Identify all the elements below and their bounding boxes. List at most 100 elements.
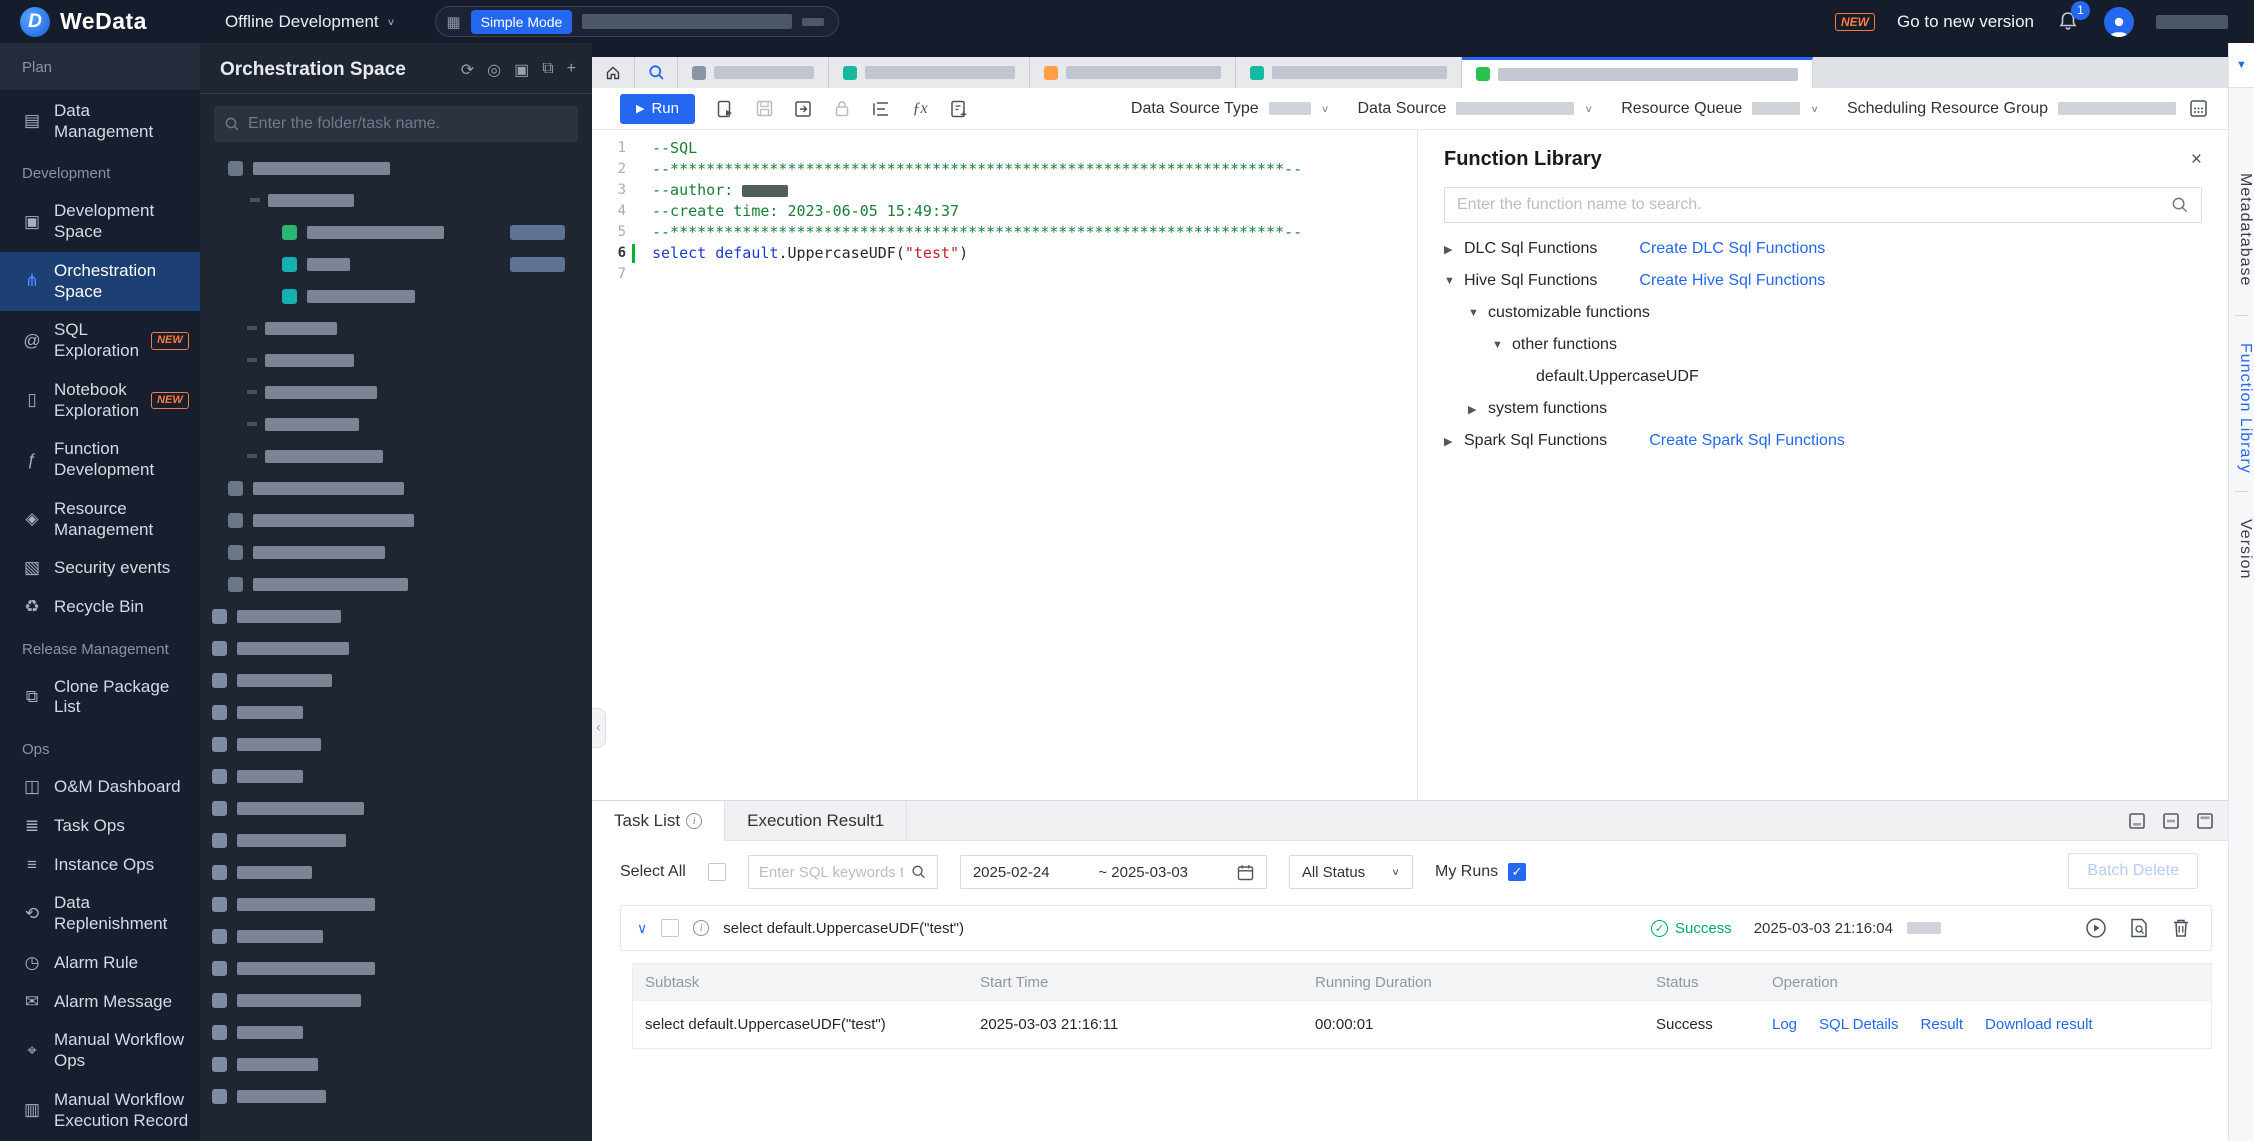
sidebar-item-resource-management[interactable]: ◈ Resource Management bbox=[0, 490, 200, 549]
tree-row[interactable] bbox=[200, 216, 592, 248]
add-parameter-icon[interactable] bbox=[947, 97, 971, 121]
editor-tab-2[interactable] bbox=[829, 57, 1030, 88]
collapse-tree-handle[interactable]: ‹ bbox=[592, 708, 606, 748]
function-tree-row[interactable]: ▶ system functions bbox=[1444, 393, 2202, 425]
tree-row[interactable] bbox=[200, 792, 592, 824]
tree-row[interactable] bbox=[200, 408, 592, 440]
operation-link-log[interactable]: Log bbox=[1772, 1016, 1797, 1033]
add-icon[interactable]: + bbox=[567, 60, 576, 80]
search-icon[interactable] bbox=[911, 863, 926, 881]
sidebar-item-manual-workflow-execution-record[interactable]: ▥ Manual Workflow Execution Record bbox=[0, 1081, 200, 1140]
tree-row[interactable] bbox=[200, 536, 592, 568]
locate-icon[interactable]: ◎ bbox=[487, 60, 501, 80]
sql-detail-doc-icon[interactable] bbox=[2129, 917, 2149, 939]
code-line[interactable]: 7 bbox=[592, 264, 1417, 285]
search-tab[interactable] bbox=[635, 57, 678, 88]
function-tree-label[interactable]: DLC Sql Functions bbox=[1464, 240, 1597, 258]
tree-row[interactable] bbox=[200, 184, 592, 216]
project-name-redacted[interactable] bbox=[582, 14, 793, 29]
notifications-button[interactable]: 1 bbox=[2056, 0, 2090, 35]
sidebar-item-sql-exploration[interactable]: @ SQL Exploration NEW bbox=[0, 311, 200, 370]
sidebar-item-security-events[interactable]: ▧ Security events bbox=[0, 549, 200, 588]
code-line[interactable]: 3 --author: bbox=[592, 180, 1417, 201]
tree-row[interactable] bbox=[200, 472, 592, 504]
tree-row[interactable] bbox=[200, 696, 592, 728]
tree-row[interactable] bbox=[200, 888, 592, 920]
setting-value-redacted[interactable] bbox=[1268, 102, 1311, 115]
sql-editor[interactable]: 1 --SQL 2 --*******************************… bbox=[592, 130, 1417, 800]
simple-mode-button[interactable]: Simple Mode bbox=[470, 9, 573, 34]
task-checkbox[interactable] bbox=[661, 919, 680, 937]
function-search-input[interactable] bbox=[1457, 196, 2163, 214]
refresh-icon[interactable]: ⟳ bbox=[461, 60, 474, 80]
tree-row[interactable] bbox=[200, 664, 592, 696]
user-avatar[interactable] bbox=[2104, 6, 2134, 37]
sidebar-item-instance-ops[interactable]: ≡ Instance Ops bbox=[0, 846, 200, 885]
dock-bottom-icon[interactable] bbox=[2128, 812, 2146, 830]
tree-row[interactable] bbox=[200, 856, 592, 888]
delete-icon[interactable] bbox=[2171, 917, 2191, 939]
tree-collapsed-arrow-icon[interactable]: ▶ bbox=[1468, 403, 1488, 416]
setting-value-redacted[interactable] bbox=[2058, 102, 2176, 115]
create-function-link[interactable]: Create Hive Sql Functions bbox=[1639, 272, 1825, 290]
code-line[interactable]: 6 select default.UppercaseUDF("test") bbox=[592, 243, 1417, 264]
right-tab-function-library[interactable]: Function Library bbox=[2229, 343, 2254, 474]
operation-link-sql-details[interactable]: SQL Details bbox=[1819, 1016, 1898, 1033]
function-tree-label[interactable]: Hive Sql Functions bbox=[1464, 272, 1597, 290]
setting-value-redacted[interactable] bbox=[1456, 102, 1575, 115]
sidebar-item-recycle-bin[interactable]: ♻ Recycle Bin bbox=[0, 588, 200, 627]
lock-icon[interactable] bbox=[830, 97, 854, 121]
function-tree-label[interactable]: default.UppercaseUDF bbox=[1536, 368, 1699, 386]
function-fx-icon[interactable]: ƒx bbox=[908, 97, 932, 121]
tree-row[interactable] bbox=[200, 152, 592, 184]
scheduling-grid-icon[interactable] bbox=[2186, 97, 2210, 121]
sidebar-item-data-replenishment[interactable]: ⟲ Data Replenishment bbox=[0, 884, 200, 943]
function-tree-row[interactable]: ▶ DLC Sql Functions Create DLC Sql Functio… bbox=[1444, 233, 2202, 265]
function-tree-label[interactable]: customizable functions bbox=[1488, 304, 1650, 322]
function-tree-row[interactable]: ▼ other functions bbox=[1444, 329, 2202, 361]
tree-row[interactable] bbox=[200, 760, 592, 792]
tree-row[interactable] bbox=[200, 984, 592, 1016]
tree-row[interactable] bbox=[200, 824, 592, 856]
tree-row[interactable] bbox=[200, 440, 592, 472]
setting-value-redacted[interactable] bbox=[1752, 102, 1801, 115]
code-line[interactable]: 2 --*************************************… bbox=[592, 159, 1417, 180]
date-range-picker[interactable]: 2025-02-24 ~ 2025-03-03 bbox=[959, 855, 1267, 889]
run-button[interactable]: ▶ Run bbox=[620, 93, 695, 124]
sidebar-item-function-development[interactable]: ƒ Function Development bbox=[0, 430, 200, 489]
save-icon[interactable] bbox=[752, 97, 776, 121]
function-tree-row[interactable]: ▼ Hive Sql Functions Create Hive Sql Funct… bbox=[1444, 265, 2202, 297]
code-line[interactable]: 1 --SQL bbox=[592, 138, 1417, 159]
function-tree-label[interactable]: system functions bbox=[1488, 400, 1607, 418]
username-redacted[interactable] bbox=[2156, 14, 2228, 29]
right-tab-metadatabase[interactable]: Metadatabase bbox=[2229, 173, 2254, 286]
task-row[interactable]: ∨ i select default.UppercaseUDF("test") … bbox=[620, 905, 2212, 951]
sidebar-item-alarm-message[interactable]: ✉ Alarm Message bbox=[0, 983, 200, 1022]
sidebar-item-om-dashboard[interactable]: ◫ O&M Dashboard bbox=[0, 768, 200, 807]
import-icon[interactable]: ⧉ bbox=[542, 60, 553, 80]
module-switcher[interactable]: Offline Development ∨ bbox=[225, 12, 396, 32]
maximize-panel-icon[interactable] bbox=[2196, 812, 2214, 830]
operation-link-download-result[interactable]: Download result bbox=[1985, 1016, 2093, 1033]
editor-tab-5[interactable] bbox=[1462, 57, 1813, 88]
sidebar-item-task-ops[interactable]: ≣ Task Ops bbox=[0, 807, 200, 846]
tree-expanded-arrow-icon[interactable]: ▼ bbox=[1444, 275, 1464, 287]
batch-delete-button[interactable]: Batch Delete bbox=[2068, 853, 2198, 889]
tree-row[interactable] bbox=[200, 728, 592, 760]
tree-row[interactable] bbox=[200, 248, 592, 280]
bottom-tab-task-list[interactable]: Task List i bbox=[592, 801, 726, 841]
tab-overflow-dropdown[interactable]: ▼ bbox=[2229, 43, 2254, 88]
tree-collapsed-arrow-icon[interactable]: ▶ bbox=[1444, 435, 1464, 448]
sidebar-item-clone-package-list[interactable]: ⧉ Clone Package List bbox=[0, 668, 200, 727]
tree-row[interactable] bbox=[200, 952, 592, 984]
expand-task-icon[interactable]: ∨ bbox=[637, 920, 647, 937]
code-line[interactable]: 4 --create time: 2023-06-05 15:49:37 bbox=[592, 201, 1417, 222]
save-as-icon[interactable] bbox=[791, 97, 815, 121]
sidebar-item-data-management[interactable]: ▤ Data Management bbox=[0, 92, 200, 151]
code-line[interactable]: 5 --*************************************… bbox=[592, 222, 1417, 243]
editor-tab-3[interactable] bbox=[1030, 57, 1236, 88]
document-icon[interactable]: ▣ bbox=[514, 60, 529, 80]
tree-row[interactable] bbox=[200, 312, 592, 344]
editor-tab-4[interactable] bbox=[1236, 57, 1462, 88]
function-tree-row[interactable]: ▶ Spark Sql Functions Create Spark Sql Fun… bbox=[1444, 425, 2202, 457]
